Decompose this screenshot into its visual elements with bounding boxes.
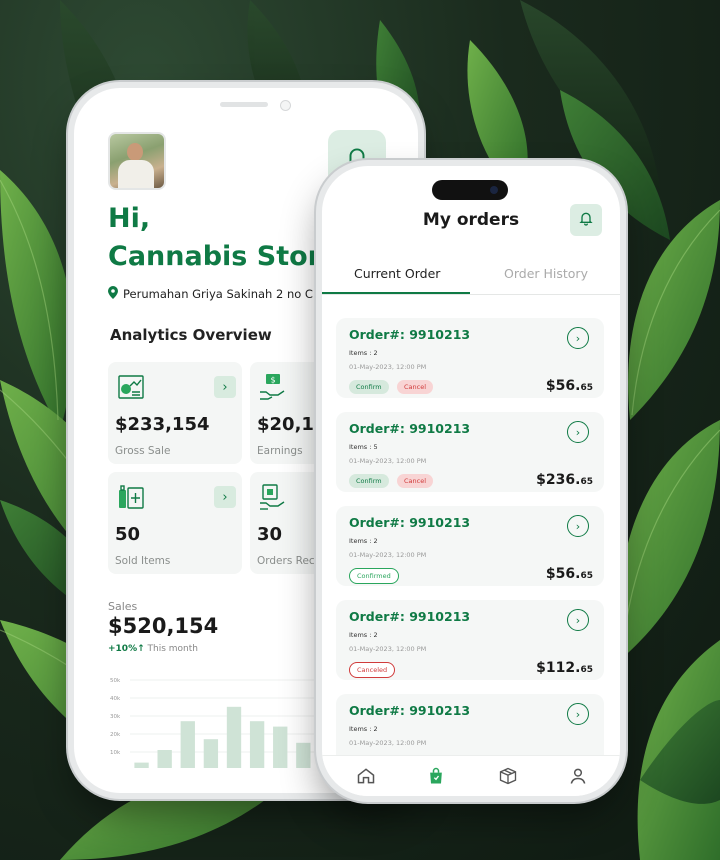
money-hand-icon: $ [258, 372, 288, 406]
chevron-right-icon[interactable]: › [567, 515, 589, 537]
sales-change-period: This month [147, 644, 198, 654]
confirm-button[interactable]: Confirm [349, 380, 389, 394]
bottle-box-icon [116, 482, 146, 516]
order-tabs: Current Order Order History [322, 258, 620, 295]
notification-button[interactable] [570, 204, 602, 236]
status-badge: Confirmed [349, 568, 399, 584]
chevron-right-icon[interactable]: › [214, 486, 236, 508]
confirm-button[interactable]: Confirm [349, 474, 389, 488]
order-number: Order#: 9910213 [349, 327, 471, 342]
order-number: Order#: 9910213 [349, 703, 471, 718]
order-items: Items : 5 [349, 443, 378, 451]
card-label: Earnings [257, 445, 303, 457]
chart-bar [203, 739, 219, 768]
avatar[interactable] [108, 132, 166, 190]
bottom-nav [322, 755, 620, 796]
location-pin-icon [108, 286, 118, 302]
box-icon[interactable] [496, 764, 520, 788]
order-card[interactable]: Order#: 9910213 Items : 2 01-May-2023, 1… [336, 506, 604, 586]
shopping-bag-icon[interactable] [424, 764, 448, 788]
address: Perumahan Griya Sakinah 2 no C1 [108, 286, 320, 302]
home-icon[interactable] [354, 764, 378, 788]
chevron-right-icon[interactable]: › [567, 327, 589, 349]
profile-icon[interactable] [566, 764, 590, 788]
chart-bar [273, 726, 288, 768]
order-date: 01-May-2023, 12:00 PM [349, 551, 427, 559]
tab-current-order[interactable]: Current Order [354, 266, 440, 281]
package-hand-icon [258, 482, 288, 516]
order-price: $112.65 [536, 660, 593, 676]
chart-bar [296, 742, 311, 768]
dynamic-island [432, 180, 508, 200]
sales-value: $520,154 [108, 614, 219, 638]
analytics-title: Analytics Overview [110, 326, 272, 344]
chart-bar [249, 721, 265, 768]
orders-phone: My orders Current Order Order History Or… [322, 166, 620, 796]
order-date: 01-May-2023, 12:00 PM [349, 739, 427, 747]
order-price: $236.65 [536, 472, 593, 488]
y-tick-label: 30k [110, 714, 121, 720]
greeting: Hi, Cannabis Store [108, 200, 339, 276]
chart-bar [226, 706, 242, 768]
sold-items-card[interactable]: › 50 Sold Items [108, 472, 242, 574]
sales-label: Sales [108, 600, 138, 613]
sales-change: +10%↑ This month [108, 644, 198, 654]
order-number: Order#: 9910213 [349, 609, 471, 624]
order-card[interactable]: Order#: 9910213 Items : 5 01-May-2023, 1… [336, 412, 604, 492]
store-name: Cannabis Store [108, 241, 340, 272]
order-items: Items : 2 [349, 725, 378, 733]
greeting-line1: Hi, [108, 203, 151, 234]
bell-icon [578, 210, 594, 230]
chevron-right-icon[interactable]: › [567, 703, 589, 725]
order-items: Items : 2 [349, 537, 378, 545]
chevron-right-icon[interactable]: › [567, 421, 589, 443]
cancel-button[interactable]: Cancel [397, 474, 434, 488]
y-tick-label: 50k [110, 678, 121, 684]
cancel-button[interactable]: Cancel [397, 380, 434, 394]
y-tick-label: 40k [110, 696, 121, 702]
order-date: 01-May-2023, 12:00 PM [349, 363, 427, 371]
order-card[interactable]: Order#: 9910213 Items : 2 01-May-2023, 1… [336, 318, 604, 398]
svg-text:$: $ [270, 376, 275, 385]
card-label: Sold Items [115, 555, 171, 567]
active-tab-indicator [322, 292, 470, 294]
tab-order-history[interactable]: Order History [504, 266, 588, 281]
order-price: $56.65 [545, 566, 593, 582]
order-card[interactable]: Order#: 9910213 Items : 2 01-May-2023, 1… [336, 600, 604, 680]
chart-bar [134, 762, 149, 768]
sales-change-value: +10%↑ [108, 644, 145, 654]
speaker [220, 102, 268, 107]
order-list: Order#: 9910213 Items : 2 01-May-2023, 1… [336, 318, 604, 788]
card-value: 50 [115, 524, 141, 545]
money-chart-icon [116, 372, 146, 406]
order-items: Items : 2 [349, 349, 378, 357]
order-number: Order#: 9910213 [349, 421, 471, 436]
order-price: $56.65 [545, 378, 593, 394]
gross-sale-card[interactable]: › $233,154 Gross Sale [108, 362, 242, 464]
status-badge: Canceled [349, 662, 396, 678]
order-items: Items : 2 [349, 631, 378, 639]
chevron-right-icon[interactable]: › [567, 609, 589, 631]
card-label: Gross Sale [115, 445, 171, 457]
order-date: 01-May-2023, 12:00 PM [349, 645, 427, 653]
front-camera [280, 100, 291, 111]
y-tick-label: 10k [110, 750, 121, 756]
sales-bar-chart: 50k 40k 30k 20k 10k [110, 678, 338, 768]
order-date: 01-May-2023, 12:00 PM [349, 457, 427, 465]
chart-bar [180, 721, 195, 768]
address-text: Perumahan Griya Sakinah 2 no C1 [123, 287, 321, 301]
chart-bar [157, 750, 172, 768]
card-value: $233,154 [115, 414, 210, 435]
chevron-right-icon[interactable]: › [214, 376, 236, 398]
order-number: Order#: 9910213 [349, 515, 471, 530]
card-value: 30 [257, 524, 283, 545]
y-tick-label: 20k [110, 732, 121, 738]
